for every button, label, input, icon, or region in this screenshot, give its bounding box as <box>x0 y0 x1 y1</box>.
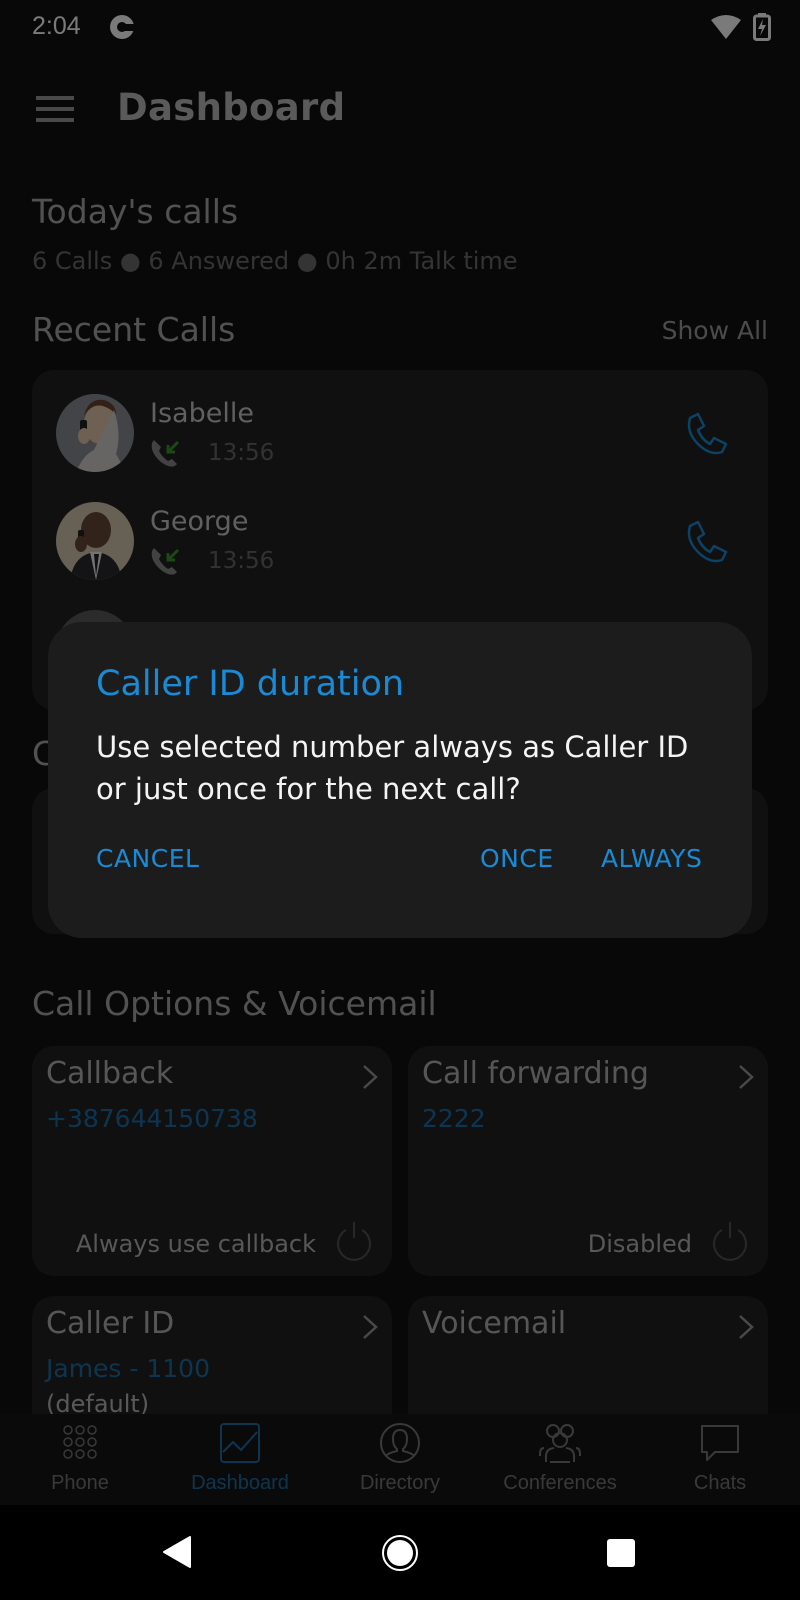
back-icon[interactable] <box>162 1535 192 1569</box>
caller-id-duration-dialog: Caller ID duration Use selected number a… <box>48 622 752 938</box>
system-navigation-bar <box>0 1505 800 1600</box>
dialog-message: Use selected number always as Caller ID … <box>96 730 689 806</box>
once-button[interactable]: ONCE <box>480 844 554 873</box>
always-button[interactable]: ALWAYS <box>601 844 702 873</box>
dialog-title: Caller ID duration <box>96 664 405 704</box>
cancel-button[interactable]: CANCEL <box>96 844 199 873</box>
recent-apps-icon[interactable] <box>607 1539 635 1567</box>
home-icon[interactable] <box>381 1534 419 1572</box>
screen: 2:04 Dashboard Today's calls 6 Calls ● 6… <box>0 0 800 1505</box>
